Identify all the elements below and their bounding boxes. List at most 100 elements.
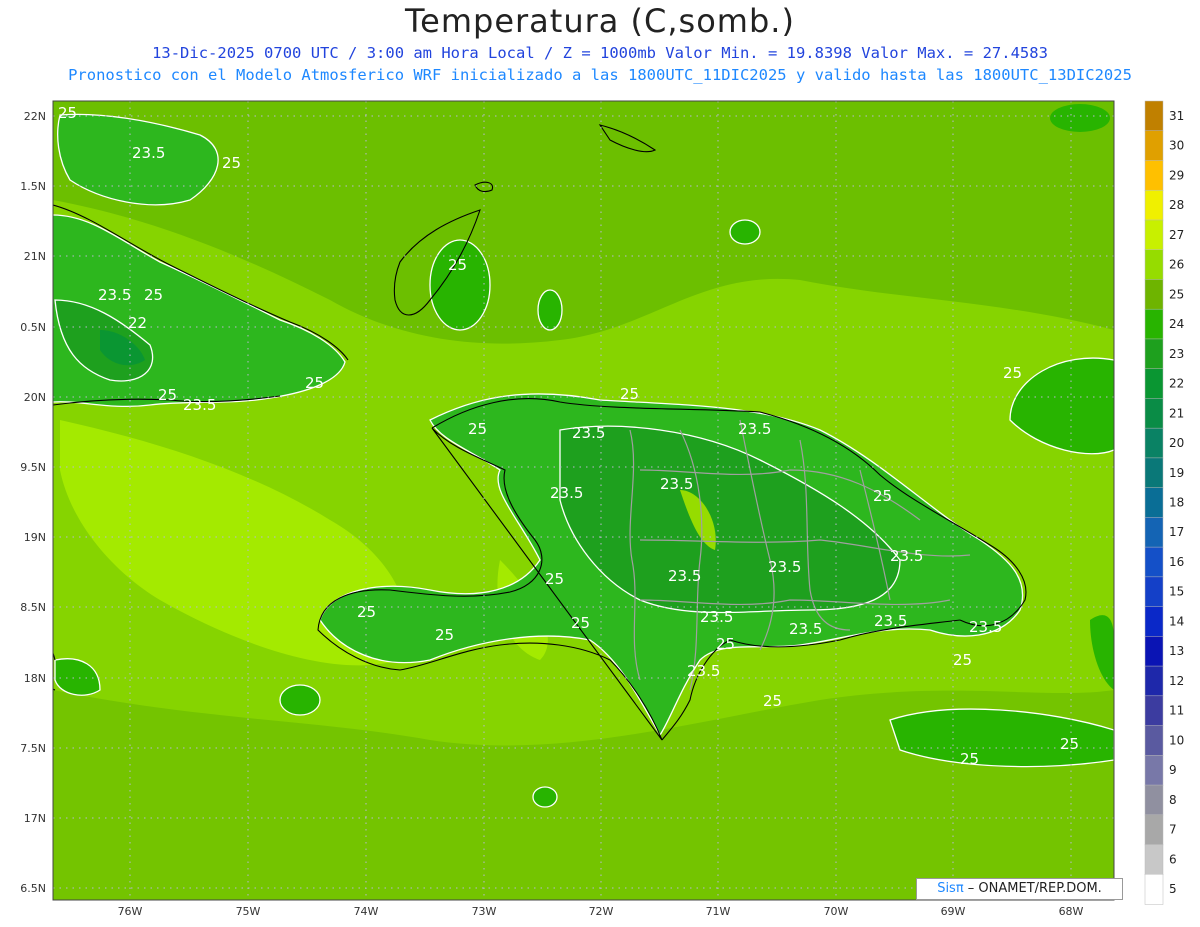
contour-label: 25 (158, 386, 177, 404)
contour-label: 23.5 (572, 424, 605, 442)
colorbar-label: 19 (1169, 466, 1184, 480)
contour-label: 25 (545, 570, 564, 588)
contour-label: 25 (571, 614, 590, 632)
colorbar-swatch (1144, 338, 1164, 370)
colorbar-swatch (1144, 189, 1164, 221)
colorbar-swatch (1144, 368, 1164, 400)
contour-label: 23.5 (183, 396, 216, 414)
colorbar-label: 26 (1169, 258, 1184, 272)
contour-label: 23.5 (700, 608, 733, 626)
colorbar-swatch (1144, 130, 1164, 162)
contour-label: 25 (953, 651, 972, 669)
colorbar-label: 25 (1169, 287, 1184, 301)
colorbar-label: 7 (1169, 823, 1177, 837)
contour-label: 25 (468, 420, 487, 438)
colorbar-label: 12 (1169, 674, 1184, 688)
colorbar-swatch (1144, 487, 1164, 519)
credit-badge: Sisπ – ONAMET/REP.DOM. (916, 878, 1123, 900)
colorbar-label: 20 (1169, 436, 1184, 450)
contour-label: 23.5 (550, 484, 583, 502)
contour-label: 22 (128, 314, 147, 332)
colorbar-label: 23 (1169, 347, 1184, 361)
colorbar-label: 24 (1169, 317, 1184, 331)
map-field: 25 23.5 25 23.5 25 22 25 23.5 25 25 25 2… (53, 101, 1114, 900)
colorbar-swatch (1144, 665, 1164, 697)
contour-label: 23.5 (874, 612, 907, 630)
contour-label: 25 (873, 487, 892, 505)
lat-label: 9.5N (20, 461, 46, 474)
lat-label: 20N (24, 391, 46, 404)
colorbar-label: 10 (1169, 733, 1184, 747)
colorbar-swatch (1144, 874, 1164, 905)
colorbar-swatch (1144, 755, 1164, 786)
contour-label: 25 (1003, 364, 1022, 382)
contour-label: 25 (58, 104, 77, 122)
lon-label: 75W (236, 905, 261, 918)
temperature-map: 25 23.5 25 23.5 25 22 25 23.5 25 25 25 2… (20, 100, 1184, 918)
contour-label: 25 (435, 626, 454, 644)
colorbar: 31 30 29 28 27 26 25 24 23 22 21 20 19 18 17 16 15 14 13 12… (1144, 100, 1184, 905)
contour-label: 25 (222, 154, 241, 172)
lat-label: 19N (24, 531, 46, 544)
colorbar-swatch (1144, 219, 1164, 251)
lon-label: 72W (589, 905, 614, 918)
colorbar-swatch (1144, 784, 1164, 816)
colorbar-label: 14 (1169, 614, 1184, 628)
colorbar-swatch (1144, 100, 1164, 132)
contour-label: 25 (144, 286, 163, 304)
colorbar-label: 17 (1169, 525, 1184, 539)
colorbar-label: 27 (1169, 228, 1184, 242)
colorbar-label: 9 (1169, 763, 1177, 777)
lon-label: 70W (824, 905, 849, 918)
lat-label: 17N (24, 812, 46, 825)
contour-label: 23.5 (132, 144, 165, 162)
contour-label: 23.5 (789, 620, 822, 638)
lat-label: 22N (24, 110, 46, 123)
colorbar-swatch (1144, 308, 1164, 340)
lat-label: 1.5N (20, 180, 46, 193)
colorbar-swatch (1144, 844, 1164, 876)
sispi-logo-text: Sisπ (937, 881, 964, 896)
lon-label: 73W (472, 905, 497, 918)
contour-label: 25 (716, 635, 735, 653)
colorbar-swatch (1144, 279, 1164, 310)
colorbar-swatch (1144, 636, 1164, 667)
lon-label: 71W (706, 905, 731, 918)
colorbar-label: 21 (1169, 406, 1184, 420)
lon-label: 69W (941, 905, 966, 918)
colorbar-label: 16 (1169, 555, 1184, 569)
contour-label: 25 (305, 374, 324, 392)
colorbar-swatch (1144, 398, 1164, 429)
lon-label: 74W (354, 905, 379, 918)
contour-label: 25 (960, 750, 979, 768)
colorbar-swatch (1144, 546, 1164, 578)
colorbar-swatch (1144, 606, 1164, 638)
lat-label: 8.5N (20, 601, 46, 614)
credit-org: – ONAMET/REP.DOM. (963, 881, 1102, 896)
colorbar-swatch (1144, 725, 1164, 757)
colorbar-label: 22 (1169, 377, 1184, 391)
colorbar-label: 31 (1169, 109, 1184, 123)
colorbar-swatch (1144, 249, 1164, 281)
contour-label: 25 (1060, 735, 1079, 753)
contour-label: 23.5 (969, 618, 1002, 636)
contour-label: 25 (620, 385, 639, 403)
contour-label: 25 (357, 603, 376, 621)
longitude-axis: 76W 75W 74W 73W 72W 71W 70W 69W 68W (118, 905, 1084, 918)
contour-label: 23.5 (668, 567, 701, 585)
latitude-axis: 22N 1.5N 21N 0.5N 20N 9.5N 19N 8.5N 18N … (20, 110, 46, 895)
colorbar-label: 5 (1169, 882, 1177, 896)
colorbar-swatch (1144, 576, 1164, 608)
contour-label: 23.5 (687, 662, 720, 680)
lat-label: 21N (24, 250, 46, 263)
contour-label: 23.5 (768, 558, 801, 576)
colorbar-label: 30 (1169, 139, 1184, 153)
colorbar-label: 11 (1169, 704, 1184, 718)
colorbar-label: 13 (1169, 644, 1184, 658)
colorbar-label: 28 (1169, 198, 1184, 212)
contour-label: 23.5 (738, 420, 771, 438)
colorbar-swatch (1144, 814, 1164, 846)
island-northeast (1050, 104, 1110, 132)
colorbar-swatch (1144, 695, 1164, 727)
colorbar-swatch (1144, 160, 1164, 191)
